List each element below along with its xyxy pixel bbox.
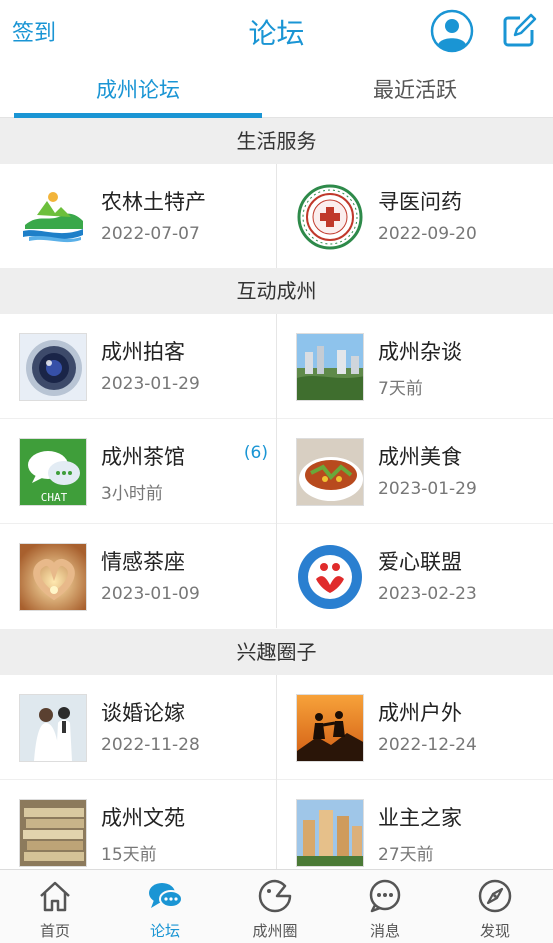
board-updated: 2022-09-20 <box>378 224 477 244</box>
column-divider <box>276 164 277 268</box>
nav-circle-label: 成州圈 <box>252 922 298 940</box>
board-updated: 2022-07-07 <box>101 224 200 244</box>
new-post-count-badge: (6) <box>243 443 268 463</box>
chat-icon <box>149 883 183 908</box>
board-updated: 3小时前 <box>101 484 163 504</box>
forum-board-item[interactable]: 寻医问药 2022-09-20 <box>277 164 553 268</box>
nav-forum-label: 论坛 <box>149 922 180 940</box>
message-icon <box>369 879 401 913</box>
home-icon <box>40 881 70 912</box>
board-updated: 2022-12-24 <box>378 735 477 755</box>
user-avatar-icon <box>430 9 474 53</box>
heart-hands-icon <box>19 543 87 611</box>
board-updated: 2023-01-29 <box>101 374 200 394</box>
board-name: 成州户外 <box>378 701 462 725</box>
landscape-logo-icon <box>19 183 87 251</box>
city-photo-icon <box>296 333 364 401</box>
forum-board-item[interactable]: 成州杂谈 7天前 <box>277 314 553 418</box>
nav-circle[interactable]: 成州圈 <box>220 870 330 943</box>
chat-bubbles-icon: CHAT <box>19 438 87 506</box>
section-header-interest-circles: 兴趣圈子 <box>0 629 553 675</box>
wedding-photo-icon <box>19 694 87 762</box>
buildings-icon <box>296 799 364 867</box>
forum-board-item[interactable]: 成州拍客 2023-01-29 <box>0 314 276 418</box>
forum-board-item[interactable]: 爱心联盟 2023-02-23 <box>277 524 553 628</box>
nav-home[interactable]: 首页 <box>0 870 110 943</box>
bottom-navigation: 首页 论坛 成州圈 消息 发现 <box>0 869 553 943</box>
board-updated: 2022-11-28 <box>101 735 200 755</box>
forum-board-item[interactable]: 农林土特产 2022-07-07 <box>0 164 276 268</box>
forum-board-item[interactable]: 情感茶座 2023-01-09 <box>0 524 276 628</box>
new-post-button[interactable] <box>500 12 538 50</box>
svg-text:CHAT: CHAT <box>41 491 68 504</box>
column-divider <box>276 314 277 628</box>
board-name: 谈婚论嫁 <box>101 701 185 725</box>
board-updated: 15天前 <box>101 845 157 865</box>
user-avatar-button[interactable] <box>430 9 474 53</box>
circle-icon <box>258 879 292 913</box>
board-name: 成州茶馆 <box>101 445 185 469</box>
board-updated: 27天前 <box>378 845 434 865</box>
board-updated: 7天前 <box>378 379 423 399</box>
top-bar: 签到 论坛 <box>0 0 553 62</box>
forum-board-item[interactable]: 成州户外 2022-12-24 <box>277 675 553 779</box>
board-name: 寻医问药 <box>378 190 462 214</box>
tab-recently-active[interactable]: 最近活跃 <box>277 62 553 118</box>
nav-messages-label: 消息 <box>369 922 400 940</box>
nav-forum[interactable]: 论坛 <box>110 870 220 943</box>
board-name: 情感茶座 <box>101 550 185 574</box>
board-name: 爱心联盟 <box>378 550 462 574</box>
hikers-sunset-icon <box>296 694 364 762</box>
nav-messages[interactable]: 消息 <box>330 870 440 943</box>
board-updated: 2023-01-09 <box>101 584 200 604</box>
compass-icon <box>478 879 512 913</box>
board-name: 成州美食 <box>378 445 462 469</box>
board-updated: 2023-02-23 <box>378 584 477 604</box>
board-name: 农林土特产 <box>101 190 206 214</box>
nav-discover-label: 发现 <box>479 922 510 940</box>
nav-home-label: 首页 <box>39 922 70 940</box>
food-bowl-icon <box>296 438 364 506</box>
forum-board-item[interactable]: CHAT 成州茶馆 3小时前 (6) <box>0 419 276 523</box>
tab-chengzhou-forum[interactable]: 成州论坛 <box>0 62 276 118</box>
books-stack-icon <box>19 799 87 867</box>
board-updated: 2023-01-29 <box>378 479 477 499</box>
board-name: 成州拍客 <box>101 340 185 364</box>
board-name: 业主之家 <box>378 806 462 830</box>
compose-icon <box>503 13 537 47</box>
charity-logo-icon <box>296 543 364 611</box>
board-name: 成州杂谈 <box>378 340 462 364</box>
nav-discover[interactable]: 发现 <box>440 870 550 943</box>
section-header-life-services: 生活服务 <box>0 118 553 164</box>
hospital-seal-icon <box>296 183 364 251</box>
column-divider <box>276 675 277 869</box>
forum-board-item[interactable]: 成州美食 2023-01-29 <box>277 419 553 523</box>
camera-lens-icon <box>19 333 87 401</box>
checkin-button[interactable]: 签到 <box>12 15 56 47</box>
section-header-interactive: 互动成州 <box>0 268 553 314</box>
forum-board-item[interactable]: 谈婚论嫁 2022-11-28 <box>0 675 276 779</box>
forum-tabs: 成州论坛 最近活跃 <box>0 62 553 118</box>
board-name: 成州文苑 <box>101 806 185 830</box>
